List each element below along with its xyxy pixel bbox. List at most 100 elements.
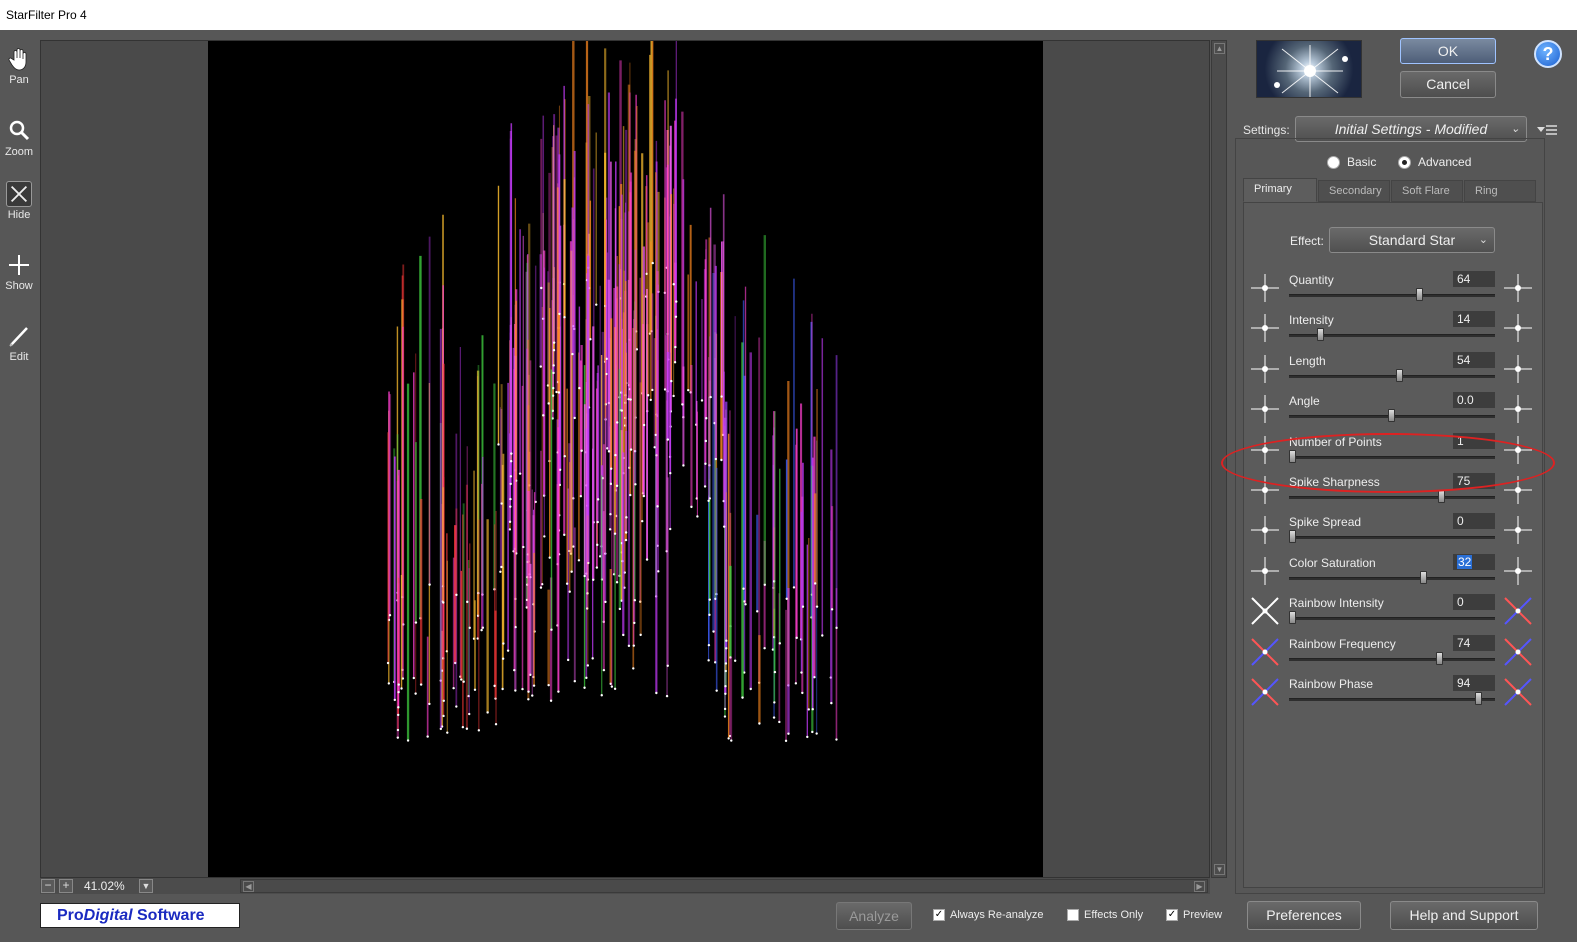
spike-sharpness-slider-track[interactable] <box>1289 496 1495 499</box>
hide-tool[interactable]: Hide <box>0 173 38 229</box>
param-row-rainbow-phase: Rainbow Phase 94 <box>1243 674 1543 714</box>
rainbow-phase-slider-track[interactable] <box>1289 698 1495 701</box>
rainbow-frequency-value-text: 74 <box>1457 635 1471 650</box>
zoom-dropdown-button[interactable]: ▼ <box>139 879 153 893</box>
spike-spread-value-field[interactable]: 0 <box>1453 513 1495 530</box>
help-support-button[interactable]: Help and Support <box>1390 901 1538 930</box>
rainbow-intensity-slider-track[interactable] <box>1289 617 1495 621</box>
rainbow-phase-value-text: 94 <box>1457 676 1471 690</box>
rainbow-frequency-max-star-icon[interactable] <box>1502 636 1534 668</box>
zoom-level: 41.02% <box>84 879 125 893</box>
ok-button[interactable]: OK <box>1400 38 1496 64</box>
help-icon[interactable]: ? <box>1534 40 1562 68</box>
zoom-out-button[interactable]: − <box>41 879 55 893</box>
tab-secondary[interactable]: Secondary <box>1318 180 1390 202</box>
length-slider-track[interactable] <box>1289 374 1495 378</box>
spike-spread-slider-thumb[interactable] <box>1289 530 1296 544</box>
magnifier-icon <box>9 120 30 141</box>
chevron-down-icon: ⌄ <box>1478 234 1488 246</box>
preferences-button[interactable]: Preferences <box>1247 901 1361 930</box>
length-value-field[interactable]: 54 <box>1453 351 1495 368</box>
spike-spread-value-text: 0 <box>1457 514 1464 529</box>
scroll-left-arrow[interactable]: ◀ <box>243 881 254 892</box>
tab-ring-flare[interactable]: Ring Flare <box>1464 180 1536 217</box>
color-saturation-slider-thumb[interactable] <box>1419 570 1427 584</box>
quantity-max-star-icon[interactable] <box>1502 272 1534 304</box>
analyze-button[interactable]: Analyze <box>836 902 912 930</box>
intensity-slider-thumb[interactable] <box>1316 328 1324 342</box>
angle-value-field[interactable]: 0.0 <box>1453 392 1495 409</box>
edit-tool[interactable]: Edit <box>0 315 38 371</box>
color-saturation-min-star-icon[interactable] <box>1249 555 1281 587</box>
preview-label: Preview <box>1183 909 1223 921</box>
spike-spread-label: Spike Spread <box>1289 515 1362 530</box>
color-saturation-slider-track[interactable] <box>1289 576 1495 580</box>
rainbow-phase-label: Rainbow Phase <box>1289 677 1374 691</box>
rainbow-intensity-slider-thumb[interactable] <box>1289 611 1296 625</box>
angle-min-star-icon[interactable] <box>1249 393 1281 425</box>
effect-value: Standard Star <box>1368 232 1456 248</box>
length-slider-thumb[interactable] <box>1395 368 1403 382</box>
quantity-slider-track[interactable] <box>1289 294 1495 297</box>
intensity-min-star-icon[interactable] <box>1249 312 1281 344</box>
spike-spread-min-star-icon[interactable] <box>1249 514 1281 546</box>
length-label: Length <box>1289 353 1326 368</box>
tab-soft-flare[interactable]: Soft Flare <box>1391 180 1463 202</box>
intensity-max-star-icon[interactable] <box>1502 312 1534 344</box>
rainbow-phase-max-star-icon[interactable] <box>1502 676 1534 708</box>
rainbow-intensity-min-star-icon[interactable] <box>1249 595 1281 627</box>
settings-menu-icon[interactable] <box>1536 124 1558 138</box>
length-min-star-icon[interactable] <box>1249 353 1281 385</box>
preview-pane[interactable] <box>40 40 1210 878</box>
rainbow-phase-slider-thumb[interactable] <box>1475 692 1483 705</box>
scroll-up-arrow[interactable]: ▲ <box>1214 43 1225 54</box>
settings-label: Settings: <box>1243 123 1290 137</box>
pan-tool[interactable]: Pan <box>0 38 38 94</box>
angle-slider-thumb[interactable] <box>1388 409 1395 423</box>
color-saturation-value-text: 32 <box>1457 554 1473 569</box>
always-reanalyze-checkbox[interactable]: ✓ Always Re-analyze <box>933 909 1044 921</box>
spike-sharpness-slider-thumb[interactable] <box>1437 490 1445 503</box>
rainbow-phase-min-star-icon[interactable] <box>1249 676 1281 708</box>
window-title: StarFilter Pro 4 <box>0 0 1577 30</box>
highlight-oval <box>1221 433 1555 493</box>
horizontal-scrollbar[interactable]: ◀ ▶ <box>240 879 1208 893</box>
cancel-button[interactable]: Cancel <box>1400 71 1496 98</box>
rainbow-frequency-value-field[interactable]: 74 <box>1453 634 1495 651</box>
zoom-in-button[interactable]: + <box>59 879 73 893</box>
rainbow-frequency-min-star-icon[interactable] <box>1249 636 1281 668</box>
angle-max-star-icon[interactable] <box>1502 393 1534 425</box>
rainbow-phase-value-field[interactable]: 94 <box>1453 675 1495 691</box>
color-saturation-max-star-icon[interactable] <box>1502 555 1534 587</box>
spike-spread-slider-track[interactable] <box>1289 536 1495 540</box>
rainbow-intensity-label: Rainbow Intensity <box>1289 596 1384 611</box>
zoom-tool[interactable]: Zoom <box>0 110 38 166</box>
effects-only-checkbox[interactable]: Effects Only <box>1067 909 1143 921</box>
effect-dropdown[interactable]: Standard Star ⌄ <box>1329 227 1495 253</box>
brand-pro: Pro <box>57 907 84 924</box>
brand-digital: Digital <box>83 907 133 924</box>
intensity-value-text: 14 <box>1457 312 1471 327</box>
param-row-angle: Angle 0.0 <box>1243 391 1543 431</box>
tab-primary[interactable]: Primary <box>1243 178 1317 202</box>
color-saturation-value-field[interactable]: 32 <box>1453 553 1495 570</box>
length-max-star-icon[interactable] <box>1502 353 1534 385</box>
preview-canvas[interactable] <box>208 41 1043 877</box>
show-tool[interactable]: Show <box>0 244 38 300</box>
rainbow-intensity-max-star-icon[interactable] <box>1502 595 1534 627</box>
rainbow-intensity-value-field[interactable]: 0 <box>1453 594 1495 611</box>
rainbow-frequency-slider-track[interactable] <box>1289 657 1495 661</box>
scroll-right-arrow[interactable]: ▶ <box>1194 881 1205 892</box>
quantity-slider-thumb[interactable] <box>1415 288 1423 301</box>
rainbow-frequency-slider-thumb[interactable] <box>1435 651 1443 665</box>
intensity-value-field[interactable]: 14 <box>1453 311 1495 328</box>
preview-checkbox[interactable]: ✓ Preview <box>1166 909 1222 921</box>
checkmark-icon: ✓ <box>1166 909 1178 921</box>
param-row-intensity: Intensity 14 <box>1243 310 1543 350</box>
scroll-down-arrow[interactable]: ▼ <box>1214 864 1225 875</box>
quantity-value-field[interactable]: 64 <box>1453 271 1495 287</box>
quantity-min-star-icon[interactable] <box>1249 272 1281 304</box>
empty-checkbox-icon <box>1067 909 1079 921</box>
effect-thumbnail <box>1256 40 1362 98</box>
spike-spread-max-star-icon[interactable] <box>1502 514 1534 546</box>
